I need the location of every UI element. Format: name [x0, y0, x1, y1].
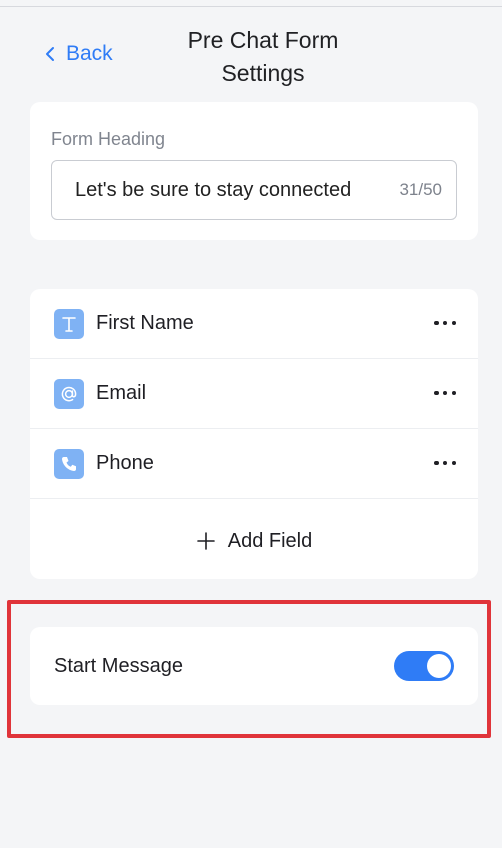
form-heading-input[interactable]: Let's be sure to stay connected 31/50	[51, 160, 457, 220]
chevron-left-icon	[46, 47, 54, 61]
form-heading-value[interactable]: Let's be sure to stay connected	[75, 179, 399, 202]
add-field-button[interactable]: Add Field	[30, 503, 478, 579]
add-field-label: Add Field	[227, 529, 313, 552]
page-title-line-1: Pre Chat Form	[187, 27, 339, 53]
field-row-phone[interactable]: Phone	[30, 429, 478, 499]
page-title-line-2: Settings	[221, 60, 305, 86]
toggle-knob	[427, 654, 451, 678]
page-title: Pre Chat Form Settings	[168, 24, 358, 90]
plus-icon	[196, 532, 215, 550]
more-options-icon[interactable]	[434, 390, 456, 397]
at-icon	[54, 378, 84, 409]
fields-card: First Name Email Phone Add Field	[30, 289, 478, 579]
back-button[interactable]: Back	[44, 42, 113, 66]
start-message-label: Start Message	[54, 655, 183, 677]
phone-icon	[54, 448, 84, 479]
field-label: Phone	[96, 452, 154, 474]
form-heading-label: Form Heading	[51, 129, 166, 149]
field-label: Email	[96, 382, 147, 404]
start-message-toggle[interactable]	[394, 651, 454, 681]
field-row-email[interactable]: Email	[30, 359, 478, 429]
field-label: First Name	[96, 312, 194, 334]
form-heading-card: Form Heading Let's be sure to stay conne…	[30, 102, 478, 240]
header: Back Pre Chat Form Settings	[0, 22, 502, 92]
character-counter: 31/50	[399, 180, 442, 199]
more-options-icon[interactable]	[434, 320, 456, 327]
start-message-card: Start Message	[30, 627, 478, 705]
top-divider	[0, 6, 502, 7]
more-options-icon[interactable]	[434, 460, 456, 467]
text-icon	[54, 308, 84, 339]
back-label: Back	[66, 42, 113, 65]
field-row-first-name[interactable]: First Name	[30, 289, 478, 359]
